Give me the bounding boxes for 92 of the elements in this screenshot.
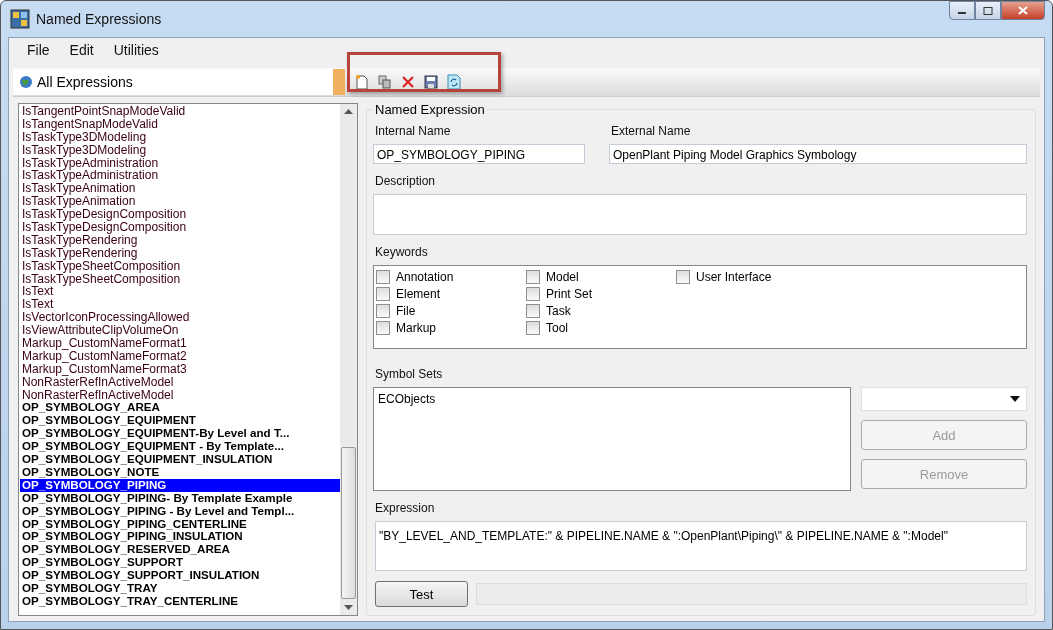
expression-item[interactable]: IsTaskTypeAdministration xyxy=(20,156,340,170)
save-icon[interactable] xyxy=(424,75,438,89)
checkbox[interactable] xyxy=(526,303,540,318)
expression-item[interactable]: IsTaskTypeSheetComposition xyxy=(20,259,340,273)
group-title: Named Expression xyxy=(373,102,487,117)
checkbox-label: Element xyxy=(396,286,441,301)
maximize-button[interactable] xyxy=(975,1,1001,20)
maximize-icon xyxy=(983,6,993,15)
field-label: Description xyxy=(374,173,437,190)
expression-item[interactable]: NonRasterRefInActiveModel xyxy=(20,375,340,389)
checkbox-label: Markup xyxy=(396,320,436,335)
expression-item[interactable]: Markup_CustomNameFormat2 xyxy=(20,349,340,363)
expression-item[interactable]: OP_SYMBOLOGY_EQUIPMENT - By Template... xyxy=(20,440,340,454)
field-label: External Name xyxy=(610,123,692,140)
checkbox[interactable] xyxy=(376,320,390,335)
expression-item[interactable]: IsTaskTypeRendering xyxy=(20,246,340,260)
globe-icon xyxy=(19,75,33,89)
scrollbar[interactable] xyxy=(340,104,357,615)
expression-item[interactable]: IsTaskTypeDesignComposition xyxy=(20,221,340,234)
expression-item[interactable]: OP_SYMBOLOGY_EQUIPMENT xyxy=(20,414,340,428)
expression-field[interactable]: "BY_LEVEL_AND_TEMPLATE:" & PIPELINE.NAME & ":OpenPlant\Piping\" & PIPELINE.NAME & ":Model" xyxy=(375,521,1027,571)
expression-item[interactable]: IsTaskTypeSheetComposition xyxy=(20,272,340,286)
symbol-set-item[interactable]: ECObjects xyxy=(378,392,846,406)
checkbox[interactable] xyxy=(526,286,540,301)
checkbox-label: Model xyxy=(546,269,579,284)
checkbox[interactable] xyxy=(376,286,390,301)
expression-item[interactable]: IsTangentSnapModeValid xyxy=(20,117,340,131)
checkbox-label: Print Set xyxy=(546,286,593,301)
menu-item[interactable]: Utilities xyxy=(113,42,159,64)
expression-item[interactable]: OP_SYMBOLOGY_SUPPORT xyxy=(20,556,340,570)
expression-item[interactable]: OP_SYMBOLOGY_RESERVED_AREA xyxy=(20,543,340,557)
expression-item[interactable]: OP_SYMBOLOGY_NOTE xyxy=(20,465,340,479)
expression-item[interactable]: OP_SYMBOLOGY_PIPING_CENTERLINE xyxy=(20,517,340,531)
expression-item[interactable]: IsTangentPointSnapModeValid xyxy=(20,105,340,118)
checkbox-label: Annotation xyxy=(396,269,454,284)
refresh-page-icon[interactable] xyxy=(447,74,461,90)
expression-item[interactable]: IsTaskTypeAdministration xyxy=(20,169,340,183)
filter-value: All Expressions xyxy=(37,74,133,90)
menu-item[interactable]: Edit xyxy=(69,42,94,64)
expression-item[interactable]: IsTaskType3DModeling xyxy=(20,143,340,157)
expression-item[interactable]: OP_SYMBOLOGY_SUPPORT_INSULATION xyxy=(20,569,340,582)
expression-item[interactable]: NonRasterRefInActiveModel xyxy=(20,388,340,402)
expression-item[interactable]: IsText xyxy=(20,298,340,312)
checkbox[interactable] xyxy=(526,269,540,284)
expression-item[interactable]: OP_SYMBOLOGY_PIPING - By Level and Templ... xyxy=(20,504,340,518)
field-label: Keywords xyxy=(374,244,429,261)
expression-item[interactable]: IsTaskTypeAnimation xyxy=(20,195,340,209)
expression-item[interactable]: IsViewAttributeClipVolumeOn xyxy=(20,324,340,338)
expression-item[interactable]: OP_SYMBOLOGY_PIPING- By Template Example xyxy=(20,491,340,505)
checkbox[interactable] xyxy=(526,320,540,335)
dropdown-arrow-icon xyxy=(1010,396,1020,402)
internal-name-field[interactable]: OP_SYMBOLOGY_PIPING xyxy=(373,144,585,164)
scroll-up-icon[interactable] xyxy=(344,108,353,114)
checkbox[interactable] xyxy=(376,269,390,284)
field-label: Symbol Sets xyxy=(374,366,444,383)
checkbox-label: Tool xyxy=(546,320,568,335)
expression-item[interactable]: IsText xyxy=(20,285,340,299)
copy-icon[interactable] xyxy=(378,74,392,90)
expression-item[interactable]: Markup_CustomNameFormat3 xyxy=(20,362,340,376)
external-name-field[interactable]: OpenPlant Piping Model Graphics Symbology xyxy=(609,144,1027,164)
checkbox-label: File xyxy=(396,303,416,318)
expression-item[interactable]: OP_SYMBOLOGY_TRAY_CENTERLINE xyxy=(20,594,340,608)
checkbox[interactable] xyxy=(376,303,390,318)
checkbox-label: Task xyxy=(546,303,571,318)
expression-item[interactable]: OP_SYMBOLOGY_PIPING_INSULATION xyxy=(20,530,340,544)
expression-item[interactable]: OP_SYMBOLOGY_PIPING xyxy=(20,478,340,492)
app-icon xyxy=(10,9,30,29)
new-page-icon[interactable] xyxy=(355,74,369,90)
minimize-button[interactable] xyxy=(949,1,975,20)
menu-item[interactable]: File xyxy=(27,42,50,64)
field-label: Internal Name xyxy=(374,123,452,140)
delete-icon[interactable] xyxy=(401,75,415,89)
close-icon xyxy=(1018,6,1028,15)
scroll-down-icon[interactable] xyxy=(344,605,353,611)
checkbox[interactable] xyxy=(676,269,690,284)
expression-item[interactable]: OP_SYMBOLOGY_TRAY xyxy=(20,581,340,595)
expression-item[interactable]: IsTaskTypeAnimation xyxy=(20,182,340,196)
test-button[interactable]: Test xyxy=(375,581,468,607)
description-field[interactable] xyxy=(373,194,1027,235)
window-title: Named Expressions xyxy=(36,11,163,27)
expression-item[interactable]: OP_SYMBOLOGY_EQUIPMENT_INSULATION xyxy=(20,453,340,466)
expression-item[interactable]: IsTaskType3DModeling xyxy=(20,130,340,144)
expression-item[interactable]: IsTaskTypeDesignComposition xyxy=(20,208,340,221)
expression-item[interactable]: OP_SYMBOLOGY_EQUIPMENT-By Level and T... xyxy=(20,427,340,441)
expression-item[interactable]: IsTaskTypeRendering xyxy=(20,233,340,247)
checkbox-label: User Interface xyxy=(696,269,772,284)
expression-item[interactable]: Markup_CustomNameFormat1 xyxy=(20,337,340,350)
filter-dropdown[interactable]: All Expressions xyxy=(13,69,333,95)
expression-item[interactable]: OP_SYMBOLOGY_AREA xyxy=(20,401,340,415)
field-label: Expression xyxy=(374,500,436,517)
expression-item[interactable]: IsVectorIconProcessingAllowed xyxy=(20,311,340,325)
close-button[interactable] xyxy=(1001,1,1045,20)
